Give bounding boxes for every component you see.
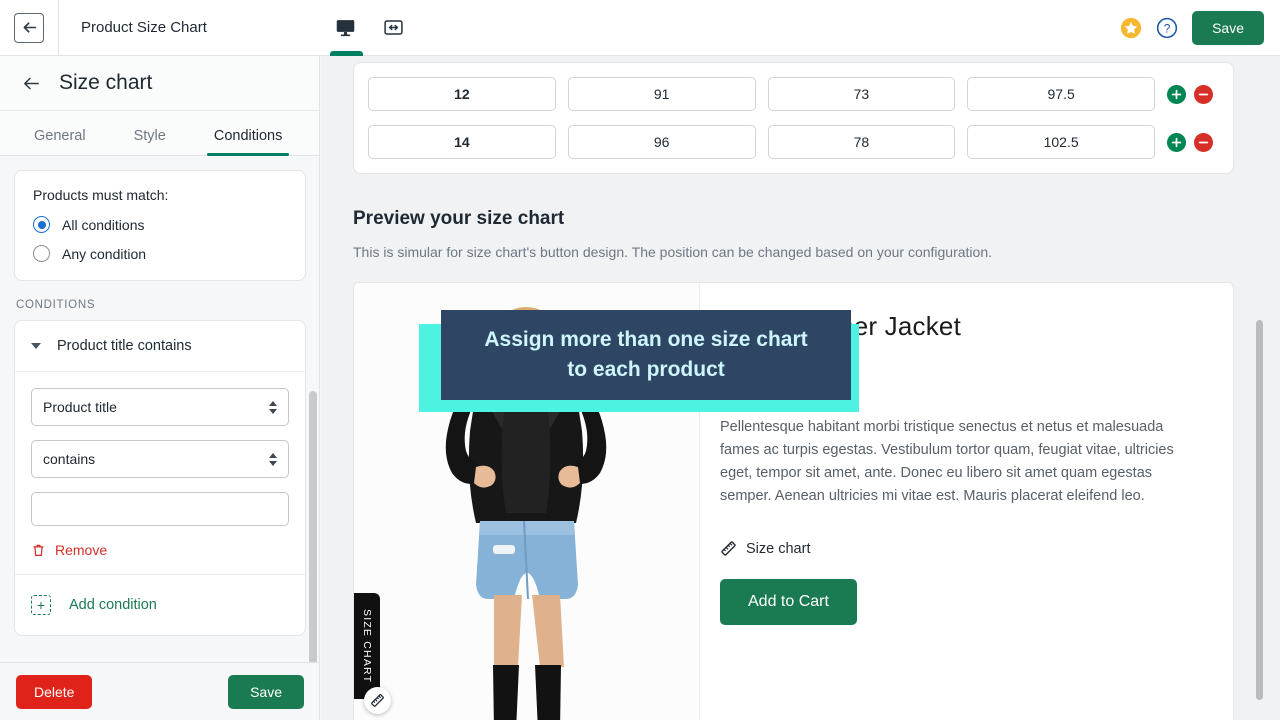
- radio-any-condition[interactable]: Any condition: [33, 245, 287, 262]
- remove-condition-button[interactable]: Remove: [31, 542, 289, 558]
- responsive-resize-icon: [384, 20, 404, 35]
- table-cell-size[interactable]: 12: [368, 77, 556, 111]
- panel-footer: Delete Save: [0, 662, 319, 720]
- size-chart-link[interactable]: Size chart: [720, 540, 810, 557]
- panel-header: Size chart: [0, 56, 319, 111]
- preview-heading: Preview your size chart: [353, 208, 565, 229]
- promo-line-2: to each product: [567, 357, 725, 381]
- table-row: 12 91 73 97.5: [368, 63, 1219, 111]
- trash-icon: [33, 544, 44, 556]
- products-match-card: Products must match: All conditions Any …: [14, 170, 306, 281]
- save-button-topbar[interactable]: Save: [1192, 10, 1264, 45]
- panel-back-button[interactable]: [22, 74, 41, 93]
- size-chart-link-label: Size chart: [746, 540, 811, 557]
- panel-title: Size chart: [59, 71, 153, 94]
- tab-style[interactable]: Style: [134, 128, 166, 155]
- dashed-plus-icon: +: [31, 595, 51, 615]
- floating-size-chart-tab[interactable]: SIZE CHART: [354, 593, 380, 699]
- panel-tabs: General Style Conditions: [0, 111, 319, 156]
- radio-any-condition-label: Any condition: [62, 245, 147, 262]
- table-cell-waist[interactable]: 73: [767, 77, 956, 111]
- stepper-icon: [269, 452, 277, 466]
- radio-all-conditions-input[interactable]: [33, 216, 50, 233]
- tab-general[interactable]: General: [34, 128, 86, 155]
- minus-circle-icon[interactable]: [1194, 84, 1213, 104]
- plus-circle-icon[interactable]: [1167, 132, 1186, 152]
- table-cell-bust[interactable]: 91: [567, 77, 756, 111]
- condition-value-input[interactable]: [31, 492, 289, 526]
- topbar-actions: ? Save: [1120, 10, 1280, 45]
- back-arrow-icon: [24, 77, 39, 89]
- table-cell-waist[interactable]: 78: [767, 125, 956, 159]
- back-arrow-icon: [23, 22, 36, 33]
- table-cell-size[interactable]: 14: [368, 125, 556, 159]
- conditions-section-caption: CONDITIONS: [16, 299, 96, 311]
- preview-subtitle: This is simular for size chart's button …: [353, 244, 993, 260]
- table-cell-bust[interactable]: 96: [567, 125, 756, 159]
- top-app-bar: Product Size Chart ? Save: [0, 0, 1280, 56]
- condition-field-value: Product title: [43, 399, 117, 415]
- desktop-monitor-icon: [337, 20, 355, 37]
- radio-all-conditions[interactable]: All conditions: [33, 216, 287, 233]
- radio-any-condition-input[interactable]: [33, 245, 50, 262]
- main-content-area: 12 91 73 97.5 14 96 78 102.5 Preview you…: [321, 56, 1280, 720]
- device-responsive-button[interactable]: [379, 0, 409, 56]
- products-match-label: Products must match:: [33, 187, 169, 203]
- product-description: Pellentesque habitant morbi tristique se…: [720, 419, 1174, 504]
- condition-operator-value: contains: [43, 451, 96, 467]
- condition-header-label: Product title contains: [57, 338, 192, 354]
- left-settings-panel: Size chart General Style Conditions Prod…: [0, 56, 320, 720]
- svg-text:?: ?: [1164, 21, 1171, 35]
- ruler-icon: [371, 694, 384, 707]
- main-scrollbar[interactable]: [1256, 320, 1263, 700]
- chevron-down-icon[interactable]: [31, 343, 41, 349]
- device-preview-switcher: [329, 0, 409, 56]
- topbar-divider: [58, 0, 59, 56]
- promo-text-box: Assign more than one size chart to each …: [441, 310, 851, 400]
- app-title: Product Size Chart: [81, 19, 207, 36]
- save-button-panel[interactable]: Save: [228, 674, 304, 709]
- table-row-actions: [1167, 84, 1219, 104]
- promo-line-1: Assign more than one size chart: [484, 328, 808, 352]
- plus-circle-icon[interactable]: [1167, 84, 1186, 104]
- size-chart-table-card: 12 91 73 97.5 14 96 78 102.5: [353, 62, 1234, 174]
- back-button[interactable]: [14, 12, 44, 43]
- condition-operator-select[interactable]: contains: [31, 440, 289, 478]
- add-condition-label: Add condition: [69, 597, 157, 613]
- tab-conditions[interactable]: Conditions: [206, 128, 289, 156]
- floating-size-chart-tab-label: SIZE CHART: [361, 608, 373, 684]
- ruler-icon: [721, 541, 736, 556]
- table-row-actions: [1167, 132, 1219, 152]
- floating-size-chart-badge[interactable]: [364, 687, 391, 714]
- delete-button[interactable]: Delete: [16, 674, 93, 709]
- stepper-icon: [269, 400, 277, 414]
- table-row: 14 96 78 102.5: [368, 111, 1219, 159]
- help-question-icon[interactable]: ?: [1156, 17, 1178, 39]
- condition-field-select[interactable]: Product title: [31, 388, 289, 426]
- star-icon[interactable]: [1120, 17, 1142, 39]
- add-condition-button[interactable]: + Add condition: [15, 575, 305, 635]
- condition-body: Product title contains Remove: [15, 372, 305, 575]
- table-cell-hip[interactable]: 97.5: [967, 77, 1155, 111]
- minus-circle-icon[interactable]: [1194, 132, 1213, 152]
- add-to-cart-button[interactable]: Add to Cart: [720, 579, 857, 625]
- remove-condition-label: Remove: [55, 542, 108, 558]
- table-cell-hip[interactable]: 102.5: [967, 125, 1155, 159]
- panel-scroll-content: Products must match: All conditions Any …: [0, 156, 319, 720]
- device-desktop-button[interactable]: [329, 0, 363, 56]
- condition-card: Product title contains Product title con…: [14, 320, 306, 636]
- radio-all-conditions-label: All conditions: [62, 216, 145, 233]
- condition-header[interactable]: Product title contains: [15, 321, 305, 372]
